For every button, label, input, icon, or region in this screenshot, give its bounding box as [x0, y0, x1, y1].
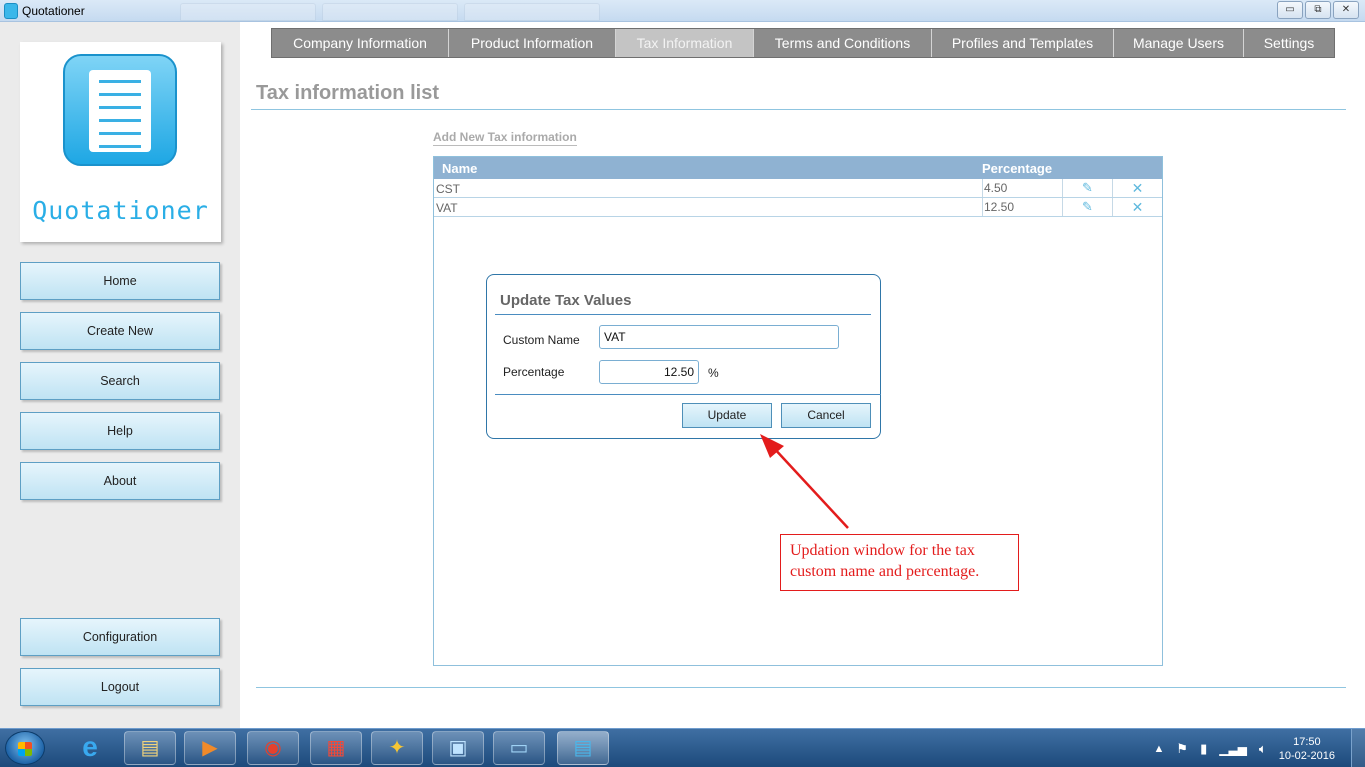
tab-profiles-and-templates[interactable]: Profiles and Templates	[932, 29, 1114, 57]
internet-explorer-icon[interactable]: e	[64, 731, 116, 765]
edit-pencil-icon[interactable]: ✎	[1062, 179, 1112, 197]
edit-pencil-icon[interactable]: ✎	[1062, 198, 1112, 216]
windows-logo-icon	[18, 742, 32, 756]
app-logo: Quotationer	[20, 42, 221, 242]
apps-grid-icon[interactable]: ▦	[310, 731, 362, 765]
delete-x-icon[interactable]: ✕	[1112, 179, 1162, 197]
cancel-button[interactable]: Cancel	[781, 403, 871, 428]
percent-sign: %	[708, 366, 719, 380]
start-button[interactable]	[5, 731, 45, 765]
home-button[interactable]: Home	[20, 262, 220, 300]
about-button[interactable]: About	[20, 462, 220, 500]
table-row[interactable]: CST 4.50 ✎ ✕	[434, 179, 1162, 198]
logout-button[interactable]: Logout	[20, 668, 220, 706]
column-header-name: Name	[442, 161, 478, 176]
table-header: Name Percentage	[434, 157, 1162, 179]
row-percentage: 12.50	[982, 198, 1062, 216]
chrome-icon[interactable]: ◉	[247, 731, 299, 765]
logo-text: Quotationer	[32, 196, 209, 225]
app-icon	[4, 3, 18, 19]
tab-terms-and-conditions[interactable]: Terms and Conditions	[754, 29, 932, 57]
create-new-button[interactable]: Create New	[20, 312, 220, 350]
help-button[interactable]: Help	[20, 412, 220, 450]
title-bar: Quotationer ▭ ⧉ ✕	[0, 0, 1365, 22]
document-logo-icon	[63, 54, 177, 166]
delete-x-icon[interactable]: ✕	[1112, 198, 1162, 216]
volume-icon[interactable]: 🔈︎	[1259, 741, 1267, 757]
system-tray: ▲ ⚑ ▮ ▁▃▅ 🔈︎ 17:50 10-02-2016	[1154, 729, 1335, 767]
network-signal-icon[interactable]: ▁▃▅	[1219, 742, 1247, 756]
control-panel-icon[interactable]: ▣	[432, 731, 484, 765]
window-title: Quotationer	[22, 4, 85, 18]
window-controls: ▭ ⧉ ✕	[1277, 1, 1359, 19]
minimize-button[interactable]: ▭	[1277, 1, 1303, 19]
media-player-icon[interactable]: ▶	[184, 731, 236, 765]
page-title: Tax information list	[256, 82, 439, 104]
photo-viewer-icon[interactable]: ▭	[493, 731, 545, 765]
annotation-callout: Updation window for the tax custom name …	[780, 534, 1019, 591]
sidebar: Quotationer Home Create New Search Help …	[0, 22, 240, 728]
action-center-icon[interactable]: ⚑	[1176, 741, 1188, 757]
show-desktop-button[interactable]	[1351, 729, 1365, 767]
tab-company-information[interactable]: Company Information	[272, 29, 449, 57]
annotation-line-2: custom name and percentage.	[790, 563, 980, 580]
row-percentage: 4.50	[982, 179, 1062, 197]
tab-product-information[interactable]: Product Information	[449, 29, 616, 57]
dialog-divider	[495, 314, 871, 315]
row-name: VAT	[436, 201, 458, 215]
background-browser-tabs	[180, 3, 600, 21]
update-button[interactable]: Update	[682, 403, 772, 428]
percentage-input[interactable]: 12.50	[599, 360, 699, 384]
windows-taskbar: e ▤ ▶ ◉ ▦ ✦ ▣ ▭ ▤ ▲ ⚑ ▮ ▁▃▅ 🔈︎ 17:50 10-…	[0, 728, 1365, 767]
main-nav-tabs: Company Information Product Information …	[271, 28, 1335, 58]
tab-tax-information[interactable]: Tax Information	[616, 29, 754, 57]
clock-time: 17:50	[1293, 735, 1321, 748]
footer-divider	[256, 687, 1346, 688]
column-header-percentage: Percentage	[982, 161, 1053, 176]
custom-name-input[interactable]: VAT	[599, 325, 839, 349]
lightbulb-icon[interactable]: ✦	[371, 731, 423, 765]
header-divider	[251, 109, 1346, 110]
percentage-label: Percentage	[503, 365, 565, 379]
table-row[interactable]: VAT 12.50 ✎ ✕	[434, 198, 1162, 217]
device-icon[interactable]: ▮	[1200, 741, 1207, 757]
close-button[interactable]: ✕	[1333, 1, 1359, 19]
custom-name-label: Custom Name	[503, 333, 580, 347]
annotation-line-1: Updation window for the tax	[790, 542, 975, 559]
add-new-tax-link[interactable]: Add New Tax information	[433, 130, 577, 146]
quotationer-taskbar-icon[interactable]: ▤	[557, 731, 609, 765]
file-explorer-icon[interactable]: ▤	[124, 731, 176, 765]
tray-expand-icon[interactable]: ▲	[1154, 743, 1165, 755]
clock[interactable]: 17:50 10-02-2016	[1279, 735, 1335, 763]
dialog-divider-bottom	[495, 394, 881, 395]
tab-settings[interactable]: Settings	[1244, 29, 1334, 57]
row-name: CST	[436, 182, 460, 196]
maximize-button[interactable]: ⧉	[1305, 1, 1331, 19]
tab-manage-users[interactable]: Manage Users	[1114, 29, 1244, 57]
search-button[interactable]: Search	[20, 362, 220, 400]
configuration-button[interactable]: Configuration	[20, 618, 220, 656]
dialog-title: Update Tax Values	[500, 292, 632, 309]
update-tax-dialog: Update Tax Values Custom Name VAT Percen…	[486, 274, 881, 439]
clock-date: 10-02-2016	[1278, 749, 1335, 762]
